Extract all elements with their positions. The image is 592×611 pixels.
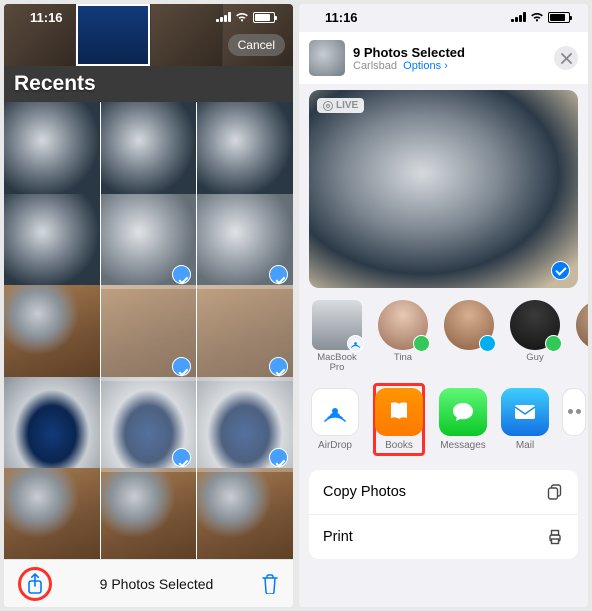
photo-thumb-selected[interactable] bbox=[197, 377, 293, 473]
status-icons bbox=[511, 12, 570, 23]
app-messages[interactable]: Messages bbox=[439, 388, 487, 451]
airdrop-contacts-row[interactable]: MacBook Pro Tina Guy bbox=[299, 296, 588, 382]
share-thumbnail bbox=[309, 40, 345, 76]
share-subtitle: Carlsbad Options › bbox=[353, 60, 546, 72]
action-label: Copy Photos bbox=[323, 484, 406, 500]
photo-thumb[interactable] bbox=[197, 468, 293, 559]
skype-badge-icon bbox=[479, 335, 496, 352]
contact-guy[interactable]: Guy bbox=[507, 300, 563, 374]
selection-checkmark-icon bbox=[551, 261, 570, 280]
contact-label: Guy bbox=[526, 353, 543, 373]
photo-thumb[interactable] bbox=[101, 102, 197, 198]
photo-thumb[interactable] bbox=[4, 194, 100, 290]
status-icons bbox=[216, 12, 275, 23]
app-more[interactable] bbox=[563, 388, 585, 436]
close-icon bbox=[561, 53, 572, 64]
app-label: Mail bbox=[516, 440, 534, 451]
action-print[interactable]: Print bbox=[309, 515, 578, 559]
copy-icon bbox=[546, 483, 564, 501]
photo-preview[interactable]: LIVE bbox=[309, 90, 578, 288]
action-copy-photos[interactable]: Copy Photos bbox=[309, 470, 578, 515]
clock: 11:16 bbox=[325, 10, 358, 25]
photo-thumb-selected[interactable] bbox=[101, 377, 197, 473]
share-icon bbox=[26, 573, 44, 595]
app-books-highlighted[interactable]: Books bbox=[373, 383, 425, 456]
books-icon bbox=[385, 398, 413, 426]
photo-thumb[interactable] bbox=[101, 468, 197, 559]
photos-app-screen: 11:16 Cancel Recents bbox=[4, 4, 293, 607]
photo-thumb[interactable] bbox=[4, 468, 100, 559]
photo-thumb[interactable] bbox=[4, 377, 100, 473]
contact-tina[interactable]: Tina bbox=[375, 300, 431, 374]
battery-icon bbox=[548, 12, 570, 23]
print-icon bbox=[546, 528, 564, 546]
contact-label: MacBook Pro bbox=[317, 353, 357, 374]
photo-thumb[interactable] bbox=[4, 102, 100, 198]
wifi-icon bbox=[530, 12, 544, 23]
share-sheet-screen: 11:16 9 Photos Selected Carlsbad Options… bbox=[299, 4, 588, 607]
wifi-icon bbox=[235, 12, 249, 23]
app-mail[interactable]: Mail bbox=[501, 388, 549, 451]
trash-icon bbox=[261, 574, 279, 594]
actions-list: Copy Photos Print bbox=[309, 470, 578, 559]
share-apps-row[interactable]: AirDrop Books Messages bbox=[299, 382, 588, 466]
contact-more[interactable] bbox=[573, 300, 588, 374]
photo-thumb-selected[interactable] bbox=[101, 194, 197, 290]
location-label: Carlsbad bbox=[353, 60, 397, 72]
contact-macbook[interactable]: MacBook Pro bbox=[309, 300, 365, 374]
selection-count: 9 Photos Selected bbox=[100, 576, 214, 592]
photo-thumb[interactable] bbox=[4, 285, 100, 381]
mail-icon bbox=[511, 398, 539, 426]
cellular-icon bbox=[216, 12, 231, 22]
clock: 11:16 bbox=[30, 10, 63, 25]
photo-thumb-selected[interactable] bbox=[197, 194, 293, 290]
album-title: Recents bbox=[14, 72, 96, 96]
photo-thumb-selected[interactable] bbox=[197, 285, 293, 381]
status-bar: 11:16 bbox=[4, 4, 293, 30]
app-label: AirDrop bbox=[318, 440, 352, 451]
messages-badge-icon bbox=[545, 335, 562, 352]
app-label: Messages bbox=[440, 440, 486, 451]
cancel-button[interactable]: Cancel bbox=[228, 34, 285, 56]
chevron-right-icon: › bbox=[444, 60, 448, 72]
live-icon bbox=[323, 101, 333, 111]
app-airdrop[interactable]: AirDrop bbox=[311, 388, 359, 451]
airdrop-badge-icon bbox=[347, 335, 364, 352]
contact-label: Tina bbox=[394, 353, 412, 373]
photo-grid[interactable] bbox=[4, 102, 293, 559]
messages-badge-icon bbox=[413, 335, 430, 352]
messages-icon bbox=[449, 398, 477, 426]
cellular-icon bbox=[511, 12, 526, 22]
delete-button[interactable] bbox=[261, 574, 279, 594]
share-header: 9 Photos Selected Carlsbad Options › bbox=[299, 32, 588, 84]
airdrop-icon bbox=[320, 397, 350, 427]
battery-icon bbox=[253, 12, 275, 23]
share-button[interactable] bbox=[18, 567, 52, 601]
options-link[interactable]: Options bbox=[403, 60, 441, 72]
contact-person[interactable] bbox=[441, 300, 497, 374]
live-badge: LIVE bbox=[317, 98, 364, 113]
status-bar: 11:16 bbox=[299, 4, 588, 30]
photo-thumb-selected[interactable] bbox=[101, 285, 197, 381]
photo-thumb[interactable] bbox=[197, 102, 293, 198]
action-label: Print bbox=[323, 529, 353, 545]
toolbar: 9 Photos Selected bbox=[4, 559, 293, 607]
app-label: Books bbox=[385, 440, 413, 451]
close-button[interactable] bbox=[554, 46, 578, 70]
share-title: 9 Photos Selected bbox=[353, 45, 546, 60]
